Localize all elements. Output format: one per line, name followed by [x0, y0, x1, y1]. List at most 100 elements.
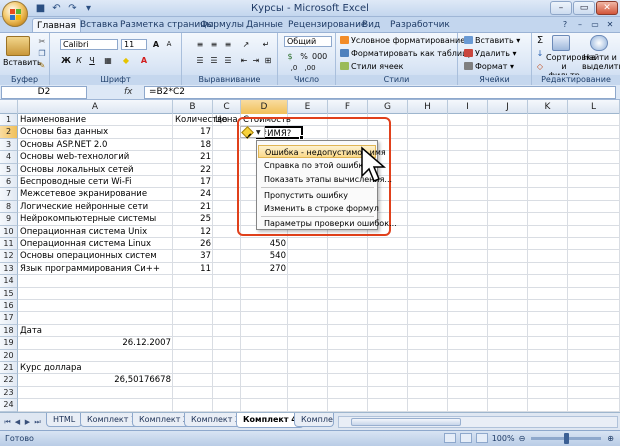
- indent-decrease-icon[interactable]: ⇤: [238, 55, 250, 66]
- column-header-B[interactable]: B: [173, 100, 213, 114]
- menu-item-error-invalid-name[interactable]: Ошибка - недопустимое имя: [258, 145, 386, 158]
- column-header-C[interactable]: C: [213, 100, 241, 114]
- menu-item-edit-in-formula-bar[interactable]: Изменить в строке формул: [258, 202, 379, 215]
- sheet-tab-set-5[interactable]: Комплект: [294, 413, 334, 427]
- font-color-icon[interactable]: A: [138, 55, 150, 66]
- align-middle-icon[interactable]: ≡: [208, 39, 220, 50]
- row-header-19[interactable]: 19: [0, 337, 18, 350]
- row-header-20[interactable]: 20: [0, 349, 18, 362]
- font-name-combo[interactable]: Calibri: [60, 39, 118, 50]
- tab-view[interactable]: Вид: [358, 18, 384, 32]
- percent-icon[interactable]: %: [298, 51, 310, 62]
- scroll-thumb[interactable]: [351, 418, 461, 426]
- menu-item-ignore-error[interactable]: Пропустить ошибку: [258, 189, 376, 202]
- column-header-H[interactable]: H: [408, 100, 448, 114]
- align-right-icon[interactable]: ☰: [222, 55, 234, 66]
- prev-sheet-icon[interactable]: ◀: [13, 417, 22, 427]
- first-sheet-icon[interactable]: ⏮: [3, 417, 12, 427]
- copy-icon[interactable]: ❐: [36, 48, 48, 59]
- tab-developer[interactable]: Разработчик: [386, 18, 454, 32]
- merge-cells-icon[interactable]: ⊞: [262, 55, 274, 66]
- orientation-icon[interactable]: ↗: [240, 39, 252, 50]
- restore-workbook-icon[interactable]: ▭: [589, 19, 601, 30]
- row-header-22[interactable]: 22: [0, 374, 18, 387]
- row-header-7[interactable]: 7: [0, 188, 18, 201]
- maximize-button[interactable]: ▭: [573, 1, 595, 15]
- row-header-17[interactable]: 17: [0, 312, 18, 325]
- borders-icon[interactable]: ▦: [102, 55, 114, 66]
- menu-item-help-on-error[interactable]: Справка по этой ошибке: [258, 159, 376, 172]
- bold-icon[interactable]: Ж: [60, 55, 72, 66]
- column-header-K[interactable]: K: [528, 100, 568, 114]
- fill-color-icon[interactable]: ◆: [120, 55, 132, 66]
- row-header-2[interactable]: 2: [0, 126, 18, 139]
- error-options-button[interactable]: ! ▼: [240, 125, 265, 140]
- close-workbook-icon[interactable]: ✕: [604, 19, 616, 30]
- office-button[interactable]: [2, 1, 28, 27]
- tab-data[interactable]: Данные: [242, 18, 287, 32]
- close-button[interactable]: ✕: [596, 1, 618, 15]
- autosum-icon[interactable]: Σ: [534, 35, 546, 46]
- cell-styles-button[interactable]: Стили ячеек: [340, 61, 404, 72]
- conditional-formatting-button[interactable]: Условное форматирование: [340, 35, 465, 46]
- row-header-13[interactable]: 13: [0, 262, 18, 276]
- row-header-6[interactable]: 6: [0, 176, 18, 189]
- shrink-font-icon[interactable]: A: [163, 39, 175, 50]
- comma-style-icon[interactable]: 000: [312, 51, 327, 62]
- zoom-out-icon[interactable]: ⊖: [519, 434, 526, 443]
- last-sheet-icon[interactable]: ⏭: [33, 417, 42, 427]
- row-header-21[interactable]: 21: [0, 362, 18, 375]
- row-header-14[interactable]: 14: [0, 275, 18, 288]
- name-box[interactable]: D2: [1, 86, 87, 99]
- help-icon[interactable]: ?: [559, 19, 571, 30]
- grow-font-icon[interactable]: A: [150, 39, 162, 50]
- font-size-combo[interactable]: 11: [121, 39, 147, 50]
- zoom-level[interactable]: 100%: [492, 434, 515, 443]
- zoom-knob[interactable]: [564, 432, 570, 444]
- column-header-D[interactable]: D: [241, 100, 288, 114]
- column-header-I[interactable]: I: [448, 100, 488, 114]
- align-top-icon[interactable]: ≡: [194, 39, 206, 50]
- indent-increase-icon[interactable]: ⇥: [250, 55, 262, 66]
- row-header-12[interactable]: 12: [0, 250, 18, 263]
- row-header-5[interactable]: 5: [0, 163, 18, 176]
- menu-item-show-calc-steps[interactable]: Показать этапы вычисления...: [258, 173, 392, 186]
- align-center-icon[interactable]: ☰: [208, 55, 220, 66]
- row-header-23[interactable]: 23: [0, 386, 18, 400]
- zoom-in-icon[interactable]: ⊕: [607, 434, 614, 443]
- row-header-10[interactable]: 10: [0, 225, 18, 238]
- column-header-E[interactable]: E: [288, 100, 328, 114]
- row-header-16[interactable]: 16: [0, 300, 18, 313]
- normal-view-icon[interactable]: [443, 433, 456, 443]
- delete-cells-button[interactable]: Удалить ▾: [464, 48, 517, 59]
- menu-item-error-checking-options[interactable]: Параметры проверки ошибок...: [258, 217, 397, 230]
- horizontal-scrollbar[interactable]: [338, 416, 618, 428]
- italic-icon[interactable]: К: [73, 55, 85, 66]
- cut-icon[interactable]: ✂: [36, 36, 48, 47]
- format-painter-icon[interactable]: ✎: [36, 60, 48, 71]
- tab-home[interactable]: Главная: [32, 18, 81, 32]
- format-cells-button[interactable]: Формат ▾: [464, 61, 514, 72]
- decrease-decimal-icon[interactable]: ,00: [304, 63, 316, 74]
- wrap-text-icon[interactable]: ↵: [260, 39, 272, 50]
- fill-icon[interactable]: ↓: [534, 48, 546, 59]
- row-header-15[interactable]: 15: [0, 287, 18, 300]
- column-header-F[interactable]: F: [328, 100, 368, 114]
- row-header-3[interactable]: 3: [0, 138, 18, 152]
- row-header-1[interactable]: 1: [0, 114, 18, 127]
- minimize-workbook-icon[interactable]: –: [574, 19, 586, 30]
- clear-icon[interactable]: ◇: [534, 61, 546, 72]
- formula-input[interactable]: =B2*C2: [144, 86, 616, 99]
- number-format-combo[interactable]: Общий: [284, 36, 332, 47]
- row-header-24[interactable]: 24: [0, 399, 18, 412]
- tab-formulas[interactable]: Формулы: [196, 18, 248, 32]
- align-bottom-icon[interactable]: ≡: [222, 39, 234, 50]
- page-layout-view-icon[interactable]: [459, 433, 472, 443]
- row-header-8[interactable]: 8: [0, 200, 18, 214]
- currency-icon[interactable]: $: [284, 51, 296, 62]
- insert-cells-button[interactable]: Вставить ▾: [464, 35, 520, 46]
- row-header-18[interactable]: 18: [0, 324, 18, 338]
- sheet-tab-html[interactable]: HTML: [46, 413, 83, 427]
- align-left-icon[interactable]: ☰: [194, 55, 206, 66]
- minimize-button[interactable]: –: [550, 1, 572, 15]
